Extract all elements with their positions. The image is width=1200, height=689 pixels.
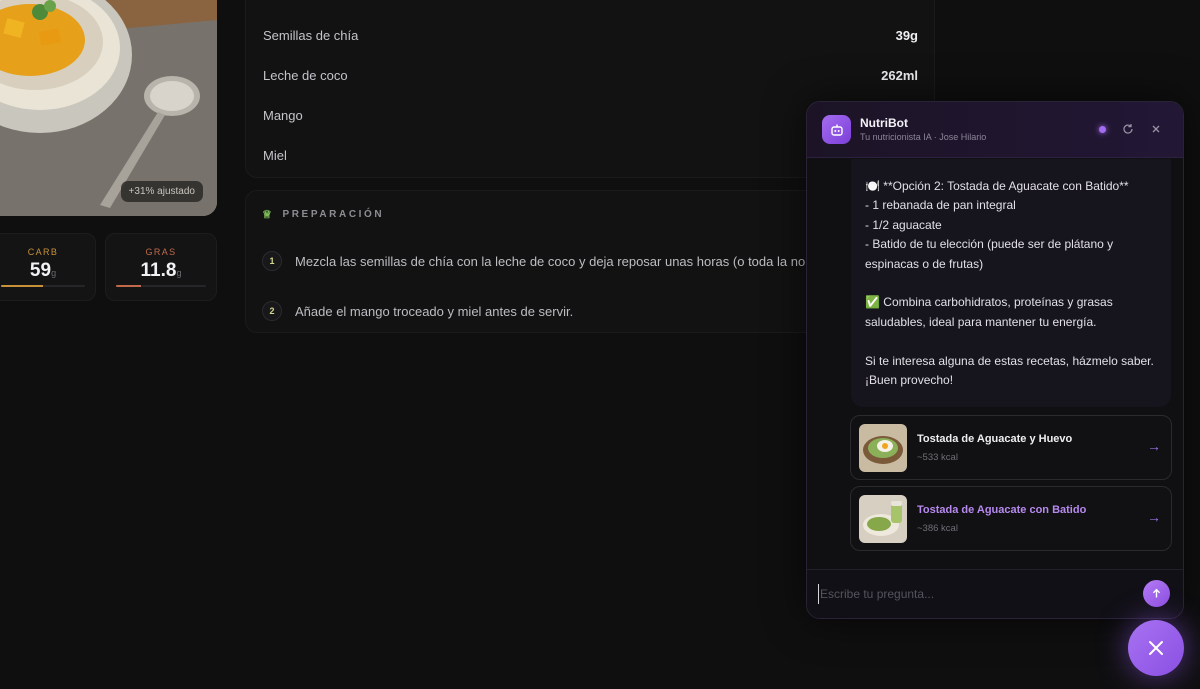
step-number: 2 <box>262 301 282 321</box>
step-number: 1 <box>262 251 282 271</box>
recipe-card[interactable]: Tostada de Aguacate y Huevo ~533 kcal → <box>850 415 1172 480</box>
message-line: Si te interesa alguna de estas recetas, … <box>865 353 1154 368</box>
chat-header: NutriBot Tu nutricionista IA · Jose Hila… <box>807 102 1183 158</box>
recipe-title: Tostada de Aguacate con Batido <box>917 504 1087 516</box>
ingredient-name: Semillas de chía <box>263 27 359 43</box>
chat-input-bar <box>807 569 1183 618</box>
send-arrow-icon <box>1152 588 1161 598</box>
adjusted-badge: +31% ajustado <box>120 181 203 202</box>
bot-subtitle: Tu nutricionista IA · Jose Hilario <box>860 132 987 142</box>
step-text: Mezcla las semillas de chía con la leche… <box>295 253 806 269</box>
close-icon[interactable] <box>1146 119 1166 139</box>
ingredient-qty: 39g <box>895 27 918 43</box>
nutribot-chat-panel: NutriBot Tu nutricionista IA · Jose Hila… <box>806 101 1184 619</box>
message-line: saludables, ideal para mantener tu energ… <box>865 314 1097 329</box>
message-line: - 1 rebanada de pan integral <box>865 198 1016 213</box>
macro-value: 11.8g <box>140 260 182 281</box>
message-line: ¡Buen provecho! <box>865 373 954 388</box>
macro-progress-fill <box>1 285 43 287</box>
macro-progress-fill <box>116 285 142 287</box>
chat-messages[interactable]: 🍽️ **Opción 2: Tostada de Aguacate con B… <box>807 159 1183 571</box>
recipe-kcal: ~386 kcal <box>917 523 958 534</box>
macro-unit: g <box>51 268 57 278</box>
recipe-hero-image: +31% ajustado <box>0 0 217 216</box>
message-line <box>865 274 1157 293</box>
ingredient-row: Leche de coco 262ml <box>263 65 918 85</box>
macro-value: 59g <box>29 260 57 281</box>
macro-label: GRAS <box>145 247 177 257</box>
recipe-thumbnail <box>859 424 907 472</box>
refresh-icon[interactable] <box>1118 119 1138 139</box>
recipe-card[interactable]: Tostada de Aguacate con Batido ~386 kcal… <box>850 486 1172 551</box>
send-button[interactable] <box>1143 580 1170 607</box>
macro-card-carb: CARB 59g <box>0 233 96 301</box>
macro-unit: g <box>176 268 182 278</box>
bot-name: NutriBot <box>860 116 908 130</box>
preparation-title: ♕ PREPARACIÓN <box>262 209 385 221</box>
close-chat-fab[interactable] <box>1128 620 1184 676</box>
message-line <box>865 332 1157 351</box>
recipe-title: Tostada de Aguacate y Huevo <box>917 433 1073 445</box>
close-fab-icon <box>1149 641 1163 655</box>
macro-card-gras: GRAS 11.8g <box>105 233 217 301</box>
message-line: - 1/2 aguacate <box>865 217 942 232</box>
macro-progress <box>1 285 85 287</box>
ingredient-name: Leche de coco <box>263 67 348 83</box>
preparation-step: 2 Añade el mango troceado y miel antes d… <box>262 301 573 321</box>
message-line: 🍽️ **Opción 2: Tostada de Aguacate con B… <box>865 179 1129 193</box>
online-status-dot <box>1099 126 1106 133</box>
ingredient-row: Semillas de chía 39g <box>263 25 918 45</box>
recipe-thumbnail <box>859 495 907 543</box>
preparation-step: 1 Mezcla las semillas de chía con la lec… <box>262 251 805 271</box>
chef-hat-icon: ♕ <box>262 209 275 221</box>
macro-label: CARB <box>27 247 59 257</box>
arrow-right-icon: → <box>1147 438 1161 454</box>
step-text: Añade el mango troceado y miel antes de … <box>295 303 574 319</box>
arrow-right-icon: → <box>1147 509 1161 525</box>
recipe-kcal: ~533 kcal <box>917 452 958 463</box>
message-line: ✅ Combina carbohidratos, proteínas y gra… <box>865 295 1113 310</box>
robot-icon <box>822 115 851 144</box>
message-line: espinacas o de frutas) <box>865 256 984 271</box>
ingredient-name: Miel <box>263 147 287 163</box>
ingredient-name: Mango <box>263 107 303 123</box>
macro-progress <box>116 285 206 287</box>
message-line: - Batido de tu elección (puede ser de pl… <box>865 237 1114 252</box>
chat-input[interactable] <box>818 584 1138 604</box>
ingredient-qty: 262ml <box>881 67 918 83</box>
bot-message: 🍽️ **Opción 2: Tostada de Aguacate con B… <box>851 159 1171 407</box>
